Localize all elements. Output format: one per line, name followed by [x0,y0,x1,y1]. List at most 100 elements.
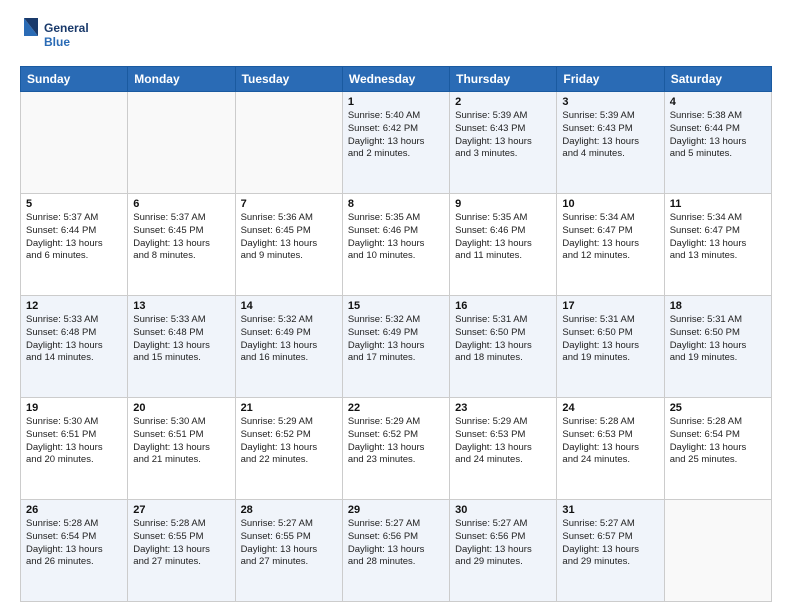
day-cell: 6 Sunrise: 5:37 AM Sunset: 6:45 PM Daylig… [128,194,235,296]
day-number: 15 [348,300,444,312]
day-number: 18 [670,300,766,312]
day-info: Sunrise: 5:32 AM Sunset: 6:49 PM Dayligh… [241,314,337,365]
day-info: Sunrise: 5:31 AM Sunset: 6:50 PM Dayligh… [455,314,551,365]
col-header-thursday: Thursday [450,67,557,92]
day-cell: 20 Sunrise: 5:30 AM Sunset: 6:51 PM Dayli… [128,398,235,500]
calendar-header-row: SundayMondayTuesdayWednesdayThursdayFrid… [21,67,772,92]
day-number: 7 [241,198,337,210]
day-number: 23 [455,402,551,414]
day-number: 29 [348,504,444,516]
day-cell: 26 Sunrise: 5:28 AM Sunset: 6:54 PM Dayli… [21,500,128,602]
day-cell: 2 Sunrise: 5:39 AM Sunset: 6:43 PM Daylig… [450,92,557,194]
day-number: 4 [670,96,766,108]
day-number: 2 [455,96,551,108]
day-number: 13 [133,300,229,312]
svg-text:General: General [44,21,89,35]
day-number: 11 [670,198,766,210]
day-cell: 25 Sunrise: 5:28 AM Sunset: 6:54 PM Dayli… [664,398,771,500]
week-row-2: 5Sunrise: 5:37 AM Sunset: 6:44 PM Daylig… [21,194,772,296]
day-info: Sunrise: 5:27 AM Sunset: 6:55 PM Dayligh… [241,518,337,569]
day-number: 16 [455,300,551,312]
day-info: Sunrise: 5:39 AM Sunset: 6:43 PM Dayligh… [562,110,658,161]
day-info: Sunrise: 5:31 AM Sunset: 6:50 PM Dayligh… [670,314,766,365]
day-info: Sunrise: 5:35 AM Sunset: 6:46 PM Dayligh… [455,212,551,263]
col-header-monday: Monday [128,67,235,92]
day-number: 6 [133,198,229,210]
day-info: Sunrise: 5:27 AM Sunset: 6:56 PM Dayligh… [348,518,444,569]
day-info: Sunrise: 5:28 AM Sunset: 6:54 PM Dayligh… [26,518,122,569]
day-cell [128,92,235,194]
calendar-body: 1Sunrise: 5:40 AM Sunset: 6:42 PM Daylig… [21,92,772,602]
day-number: 24 [562,402,658,414]
day-cell: 12 Sunrise: 5:33 AM Sunset: 6:48 PM Dayli… [21,296,128,398]
day-number: 9 [455,198,551,210]
day-info: Sunrise: 5:38 AM Sunset: 6:44 PM Dayligh… [670,110,766,161]
col-header-wednesday: Wednesday [342,67,449,92]
day-number: 31 [562,504,658,516]
day-info: Sunrise: 5:29 AM Sunset: 6:53 PM Dayligh… [455,416,551,467]
day-info: Sunrise: 5:36 AM Sunset: 6:45 PM Dayligh… [241,212,337,263]
svg-text:Blue: Blue [44,35,70,49]
day-cell: 3 Sunrise: 5:39 AM Sunset: 6:43 PM Daylig… [557,92,664,194]
day-cell: 1Sunrise: 5:40 AM Sunset: 6:42 PM Daylig… [342,92,449,194]
day-cell: 18 Sunrise: 5:31 AM Sunset: 6:50 PM Dayli… [664,296,771,398]
day-info: Sunrise: 5:34 AM Sunset: 6:47 PM Dayligh… [562,212,658,263]
day-info: Sunrise: 5:34 AM Sunset: 6:47 PM Dayligh… [670,212,766,263]
header: General Blue [20,16,772,58]
day-number: 26 [26,504,122,516]
day-number: 20 [133,402,229,414]
day-cell: 7 Sunrise: 5:36 AM Sunset: 6:45 PM Daylig… [235,194,342,296]
day-cell: 23 Sunrise: 5:29 AM Sunset: 6:53 PM Dayli… [450,398,557,500]
day-info: Sunrise: 5:31 AM Sunset: 6:50 PM Dayligh… [562,314,658,365]
day-number: 19 [26,402,122,414]
day-info: Sunrise: 5:33 AM Sunset: 6:48 PM Dayligh… [133,314,229,365]
day-cell: 14 Sunrise: 5:32 AM Sunset: 6:49 PM Dayli… [235,296,342,398]
day-cell: 11 Sunrise: 5:34 AM Sunset: 6:47 PM Dayli… [664,194,771,296]
calendar-table: SundayMondayTuesdayWednesdayThursdayFrid… [20,66,772,602]
day-cell: 5Sunrise: 5:37 AM Sunset: 6:44 PM Daylig… [21,194,128,296]
day-cell [664,500,771,602]
col-header-tuesday: Tuesday [235,67,342,92]
col-header-saturday: Saturday [664,67,771,92]
logo: General Blue [20,16,90,58]
day-number: 3 [562,96,658,108]
day-cell: 17 Sunrise: 5:31 AM Sunset: 6:50 PM Dayli… [557,296,664,398]
day-cell: 30 Sunrise: 5:27 AM Sunset: 6:56 PM Dayli… [450,500,557,602]
day-number: 17 [562,300,658,312]
day-number: 14 [241,300,337,312]
week-row-3: 12 Sunrise: 5:33 AM Sunset: 6:48 PM Dayli… [21,296,772,398]
day-cell: 31Sunrise: 5:27 AM Sunset: 6:57 PM Dayli… [557,500,664,602]
day-cell: 28Sunrise: 5:27 AM Sunset: 6:55 PM Dayli… [235,500,342,602]
day-number: 1 [348,96,444,108]
day-cell: 4 Sunrise: 5:38 AM Sunset: 6:44 PM Daylig… [664,92,771,194]
week-row-1: 1Sunrise: 5:40 AM Sunset: 6:42 PM Daylig… [21,92,772,194]
day-cell: 21 Sunrise: 5:29 AM Sunset: 6:52 PM Dayli… [235,398,342,500]
day-number: 21 [241,402,337,414]
day-info: Sunrise: 5:27 AM Sunset: 6:56 PM Dayligh… [455,518,551,569]
day-info: Sunrise: 5:35 AM Sunset: 6:46 PM Dayligh… [348,212,444,263]
day-info: Sunrise: 5:30 AM Sunset: 6:51 PM Dayligh… [133,416,229,467]
day-number: 12 [26,300,122,312]
day-info: Sunrise: 5:33 AM Sunset: 6:48 PM Dayligh… [26,314,122,365]
day-info: Sunrise: 5:29 AM Sunset: 6:52 PM Dayligh… [241,416,337,467]
day-info: Sunrise: 5:28 AM Sunset: 6:54 PM Dayligh… [670,416,766,467]
day-number: 8 [348,198,444,210]
day-info: Sunrise: 5:30 AM Sunset: 6:51 PM Dayligh… [26,416,122,467]
day-number: 30 [455,504,551,516]
day-cell [235,92,342,194]
day-cell: 19 Sunrise: 5:30 AM Sunset: 6:51 PM Dayli… [21,398,128,500]
col-header-friday: Friday [557,67,664,92]
day-number: 27 [133,504,229,516]
day-info: Sunrise: 5:39 AM Sunset: 6:43 PM Dayligh… [455,110,551,161]
day-cell: 16 Sunrise: 5:31 AM Sunset: 6:50 PM Dayli… [450,296,557,398]
day-number: 25 [670,402,766,414]
day-cell: 8 Sunrise: 5:35 AM Sunset: 6:46 PM Daylig… [342,194,449,296]
day-info: Sunrise: 5:28 AM Sunset: 6:53 PM Dayligh… [562,416,658,467]
day-info: Sunrise: 5:37 AM Sunset: 6:45 PM Dayligh… [133,212,229,263]
col-header-sunday: Sunday [21,67,128,92]
day-cell: 27Sunrise: 5:28 AM Sunset: 6:55 PM Dayli… [128,500,235,602]
day-cell: 10 Sunrise: 5:34 AM Sunset: 6:47 PM Dayli… [557,194,664,296]
day-info: Sunrise: 5:32 AM Sunset: 6:49 PM Dayligh… [348,314,444,365]
day-cell: 29 Sunrise: 5:27 AM Sunset: 6:56 PM Dayli… [342,500,449,602]
day-number: 10 [562,198,658,210]
